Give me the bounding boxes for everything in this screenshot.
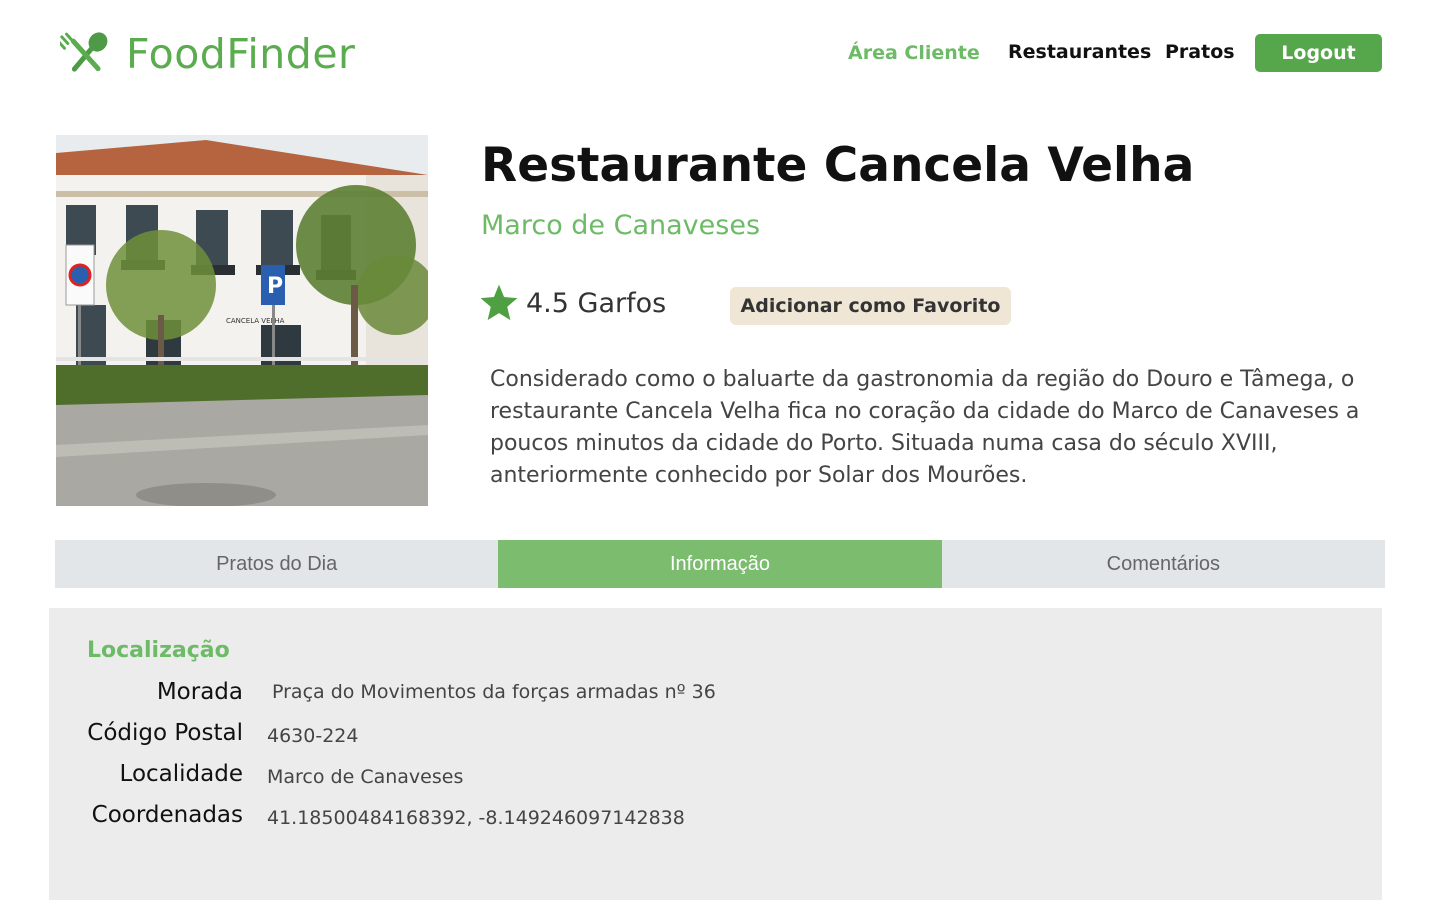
localidade-label: Localidade [119,761,243,787]
nav-pratos[interactable]: Pratos [1165,41,1235,63]
star-icon [480,284,518,321]
codigo-postal-value: 4630-224 [267,725,359,747]
restaurant-city: Marco de Canaveses [481,210,761,241]
nav-restaurantes[interactable]: Restaurantes [1008,41,1151,63]
nav-area-cliente[interactable]: Área Cliente [848,42,980,64]
tab-comentarios[interactable]: Comentários [941,540,1385,588]
rating-text: 4.5 Garfos [526,287,667,319]
tab-pratos-do-dia[interactable]: Pratos do Dia [55,540,499,588]
restaurant-description: Considerado como o baluarte da gastronom… [490,367,1360,488]
brand-logo[interactable]: FoodFinder [60,30,355,78]
coordenadas-label: Coordenadas [91,802,243,828]
location-section-title: Localização [87,638,230,663]
tab-bar: Pratos do Dia Informação Comentários [55,540,1385,588]
brand-name: FoodFinder [126,30,356,78]
restaurant-title: Restaurante Cancela Velha [481,138,1195,193]
codigo-postal-label: Código Postal [87,720,243,746]
fork-spoon-logo-icon [60,32,108,72]
morada-value: Praça do Movimentos da forças armadas nº… [272,681,716,703]
rating: 4.5 Garfos [478,282,666,324]
logout-button[interactable]: Logout [1255,34,1382,72]
photo-sign-text: CANCELA VELHA [226,317,285,325]
coordenadas-value: 41.18500484168392, -8.149246097142838 [267,807,685,829]
morada-label: Morada [156,679,243,705]
tab-informacao[interactable]: Informação [498,540,942,588]
info-panel: Localização Morada Praça do Movimentos d… [49,608,1382,900]
add-favorite-button[interactable]: Adicionar como Favorito [730,287,1011,325]
restaurant-photo: CANCELA VELHA P [56,135,428,506]
parking-sign: P [267,274,283,299]
localidade-value: Marco de Canaveses [267,766,464,788]
